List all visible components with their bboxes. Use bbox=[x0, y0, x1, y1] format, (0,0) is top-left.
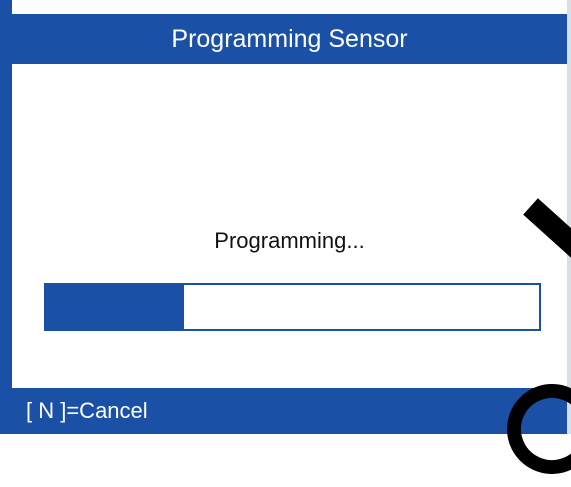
main-content: Programming... bbox=[12, 64, 567, 388]
progress-bar-fill bbox=[46, 285, 185, 329]
device-screen: Programming Sensor Programming... [ N ]=… bbox=[0, 0, 571, 487]
page-title: Programming Sensor bbox=[171, 25, 408, 53]
title-bar: Programming Sensor bbox=[12, 14, 567, 64]
cancel-key-hint[interactable]: [ N ]=Cancel bbox=[26, 388, 148, 434]
footer-bar: [ N ]=Cancel bbox=[12, 388, 567, 434]
status-message: Programming... bbox=[214, 228, 365, 253]
progress-bar bbox=[44, 283, 541, 331]
